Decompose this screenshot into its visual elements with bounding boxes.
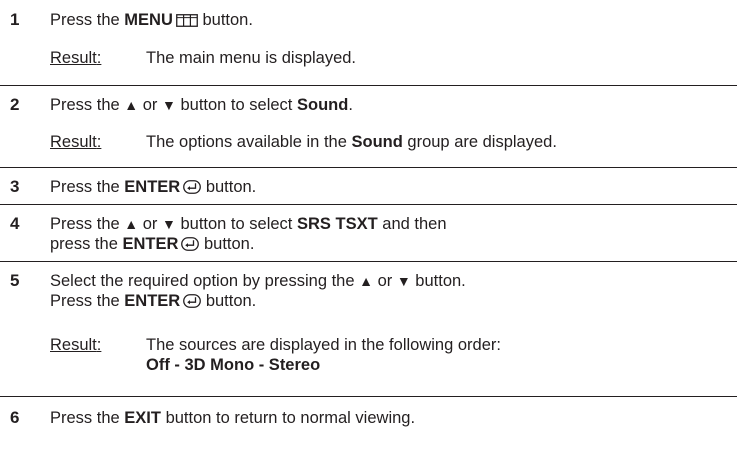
button-name: EXIT [124, 409, 161, 427]
down-arrow-icon: ▼ [396, 273, 411, 289]
result-text: The sources are displayed in the followi… [146, 335, 733, 375]
enter-icon [181, 236, 200, 256]
result-label: Result: [50, 336, 102, 354]
step-instruction: Press the EXIT button to return to norma… [50, 409, 416, 427]
up-arrow-icon: ▲ [124, 216, 139, 232]
step-instruction: Press the MENU button. [50, 10, 733, 32]
up-arrow-icon: ▲ [359, 273, 373, 289]
menu-target: SRS TSXT [296, 215, 378, 233]
down-arrow-icon: ▼ [162, 97, 176, 113]
button-name: ENTER [122, 235, 179, 253]
result-label: Result: [50, 49, 102, 67]
enter-icon [183, 293, 202, 313]
button-name: ENTER [124, 178, 181, 196]
button-name: ENTER [124, 292, 181, 310]
step-3: 3 Press the ENTER button. [0, 167, 737, 204]
menu-icon [175, 12, 198, 32]
step-instruction: Press the ENTER button. [50, 177, 733, 199]
step-number: 1 [10, 10, 20, 29]
step-number: 5 [10, 271, 20, 290]
down-arrow-icon: ▼ [162, 216, 176, 232]
result-label: Result: [50, 133, 102, 151]
step-6: 6 Press the EXIT button to return to nor… [0, 396, 737, 436]
step-5: 5 Select the required option by pressing… [0, 261, 737, 396]
button-name: MENU [124, 11, 173, 29]
step-1: 1 Press the MENU button. Result: The mai… [0, 0, 737, 85]
step-4: 4 Press the ▲ or ▼ button to select SRS … [0, 204, 737, 261]
step-instruction: Select the required option by pressing t… [50, 271, 733, 313]
step-number: 4 [10, 214, 20, 233]
instruction-steps: 1 Press the MENU button. Result: The mai… [0, 0, 737, 436]
menu-target: Sound [296, 96, 349, 114]
step-2: 2 Press the ▲ or ▼ button to select Soun… [0, 85, 737, 167]
result-text: The options available in the Sound group… [146, 133, 557, 151]
step-instruction: Press the ▲ or ▼ button to select SRS TS… [50, 214, 733, 256]
source-order: Off - 3D Mono - Stereo [146, 356, 321, 374]
step-number: 6 [10, 408, 20, 427]
step-number: 3 [10, 177, 20, 196]
enter-icon [183, 179, 202, 199]
result-text: The main menu is displayed. [146, 49, 357, 67]
step-number: 2 [10, 95, 20, 114]
up-arrow-icon: ▲ [124, 97, 139, 113]
step-instruction: Press the ▲ or ▼ button to select Sound. [50, 96, 353, 114]
